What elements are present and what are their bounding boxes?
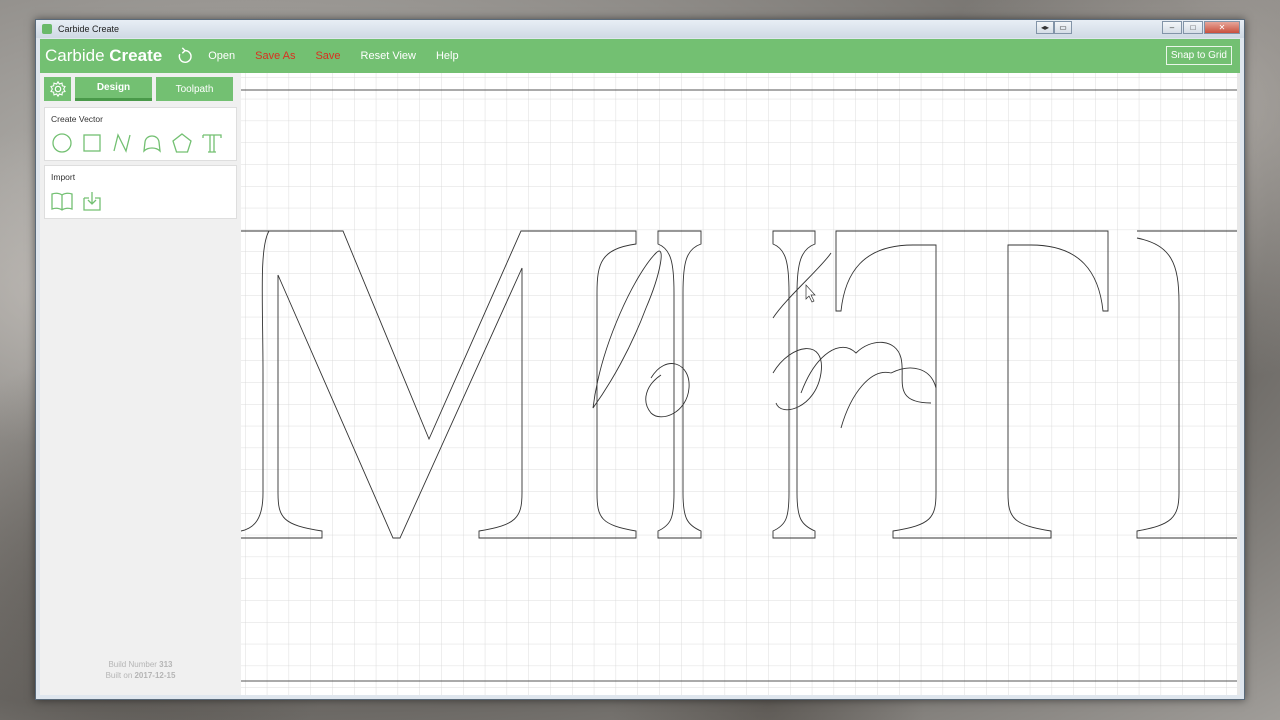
- app-brand: Carbide Create: [45, 46, 162, 66]
- app-icon: [42, 24, 52, 34]
- menu-save-as[interactable]: Save As: [255, 50, 295, 62]
- app-client: Carbide Create Open Save As Save Reset V…: [40, 39, 1240, 695]
- canvas-drawing: [241, 73, 1240, 695]
- window-title: Carbide Create: [58, 24, 120, 34]
- import-tools: [51, 190, 230, 212]
- menu-open[interactable]: Open: [208, 50, 235, 62]
- build-number-label: Build Number: [108, 660, 160, 669]
- sidebar-tabs: Design Toolpath: [40, 73, 241, 103]
- close-button[interactable]: ✕: [1204, 21, 1240, 34]
- menu-help[interactable]: Help: [436, 50, 459, 62]
- brand-light: Carbide: [45, 46, 110, 65]
- screen-icon[interactable]: ▭: [1054, 21, 1072, 34]
- circle-icon[interactable]: [51, 132, 73, 154]
- rectangle-icon[interactable]: [81, 132, 103, 154]
- resize-arrows-icon[interactable]: ◂▸: [1036, 21, 1054, 34]
- minimize-button[interactable]: –: [1162, 21, 1182, 34]
- built-on-label: Built on: [105, 671, 135, 680]
- design-canvas[interactable]: [241, 73, 1240, 695]
- import-title: Import: [51, 172, 76, 182]
- brand-bold: Create: [109, 46, 163, 65]
- title-bar[interactable]: Carbide Create ◂▸ ▭ – □ ✕: [36, 20, 1244, 38]
- top-toolbar: Carbide Create Open Save As Save Reset V…: [40, 39, 1240, 73]
- maximize-button[interactable]: □: [1183, 21, 1203, 34]
- menu-reset-view[interactable]: Reset View: [361, 50, 416, 62]
- title-extra-buttons: ◂▸ ▭: [1036, 21, 1072, 34]
- built-on-line: Built on 2017-12-15: [40, 670, 241, 681]
- import-download-icon[interactable]: [81, 190, 103, 212]
- book-icon[interactable]: [51, 190, 73, 212]
- canvas-scrollbar[interactable]: [1237, 73, 1240, 695]
- undo-icon[interactable]: [176, 47, 194, 65]
- settings-button[interactable]: [44, 77, 71, 101]
- grid-background: [241, 73, 1240, 695]
- polygon-icon[interactable]: [171, 132, 193, 154]
- tab-design[interactable]: Design: [75, 77, 152, 101]
- window-controls: – □ ✕: [1162, 21, 1240, 34]
- build-number: 313: [159, 660, 173, 669]
- create-vector-tools: [51, 132, 230, 154]
- text-icon[interactable]: [201, 132, 223, 154]
- snap-to-grid-button[interactable]: Snap to Grid: [1165, 46, 1232, 65]
- create-vector-title: Create Vector: [51, 114, 103, 124]
- curve-icon[interactable]: [141, 132, 163, 154]
- app-window: Carbide Create ◂▸ ▭ – □ ✕ Carbide Create…: [35, 19, 1245, 700]
- create-vector-panel: Create Vector: [44, 107, 237, 161]
- import-panel: Import: [44, 165, 237, 219]
- sidebar: Design Toolpath Create Vector Import Bui…: [40, 73, 241, 695]
- tab-toolpath[interactable]: Toolpath: [156, 77, 233, 101]
- build-info: Build Number 313 Built on 2017-12-15: [40, 659, 241, 681]
- polyline-icon[interactable]: [111, 132, 133, 154]
- menu-save[interactable]: Save: [315, 50, 340, 62]
- build-number-line: Build Number 313: [40, 659, 241, 670]
- gear-icon: [49, 80, 66, 98]
- built-on-date: 2017-12-15: [134, 671, 176, 680]
